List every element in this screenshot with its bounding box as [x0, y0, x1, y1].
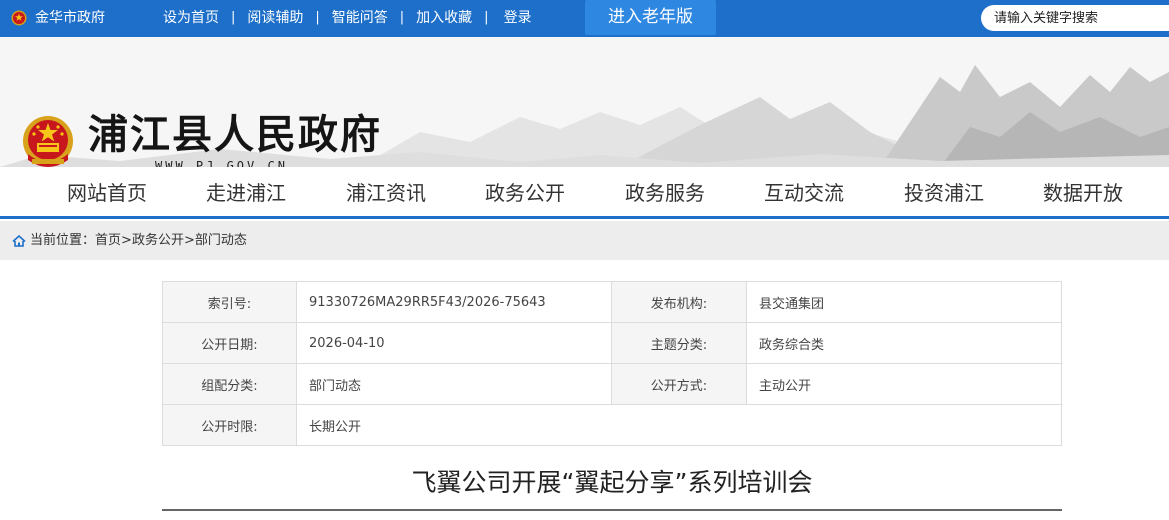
breadcrumb-home[interactable]: 首页 — [95, 233, 121, 248]
nav-item-investment[interactable]: 投资浦江 — [904, 180, 984, 206]
smart-qa-link[interactable]: 智能问答 — [332, 9, 388, 27]
period-value: 长期公开 — [296, 404, 1062, 446]
nav-item-gov-disclosure[interactable]: 政务公开 — [485, 180, 565, 206]
table-row: 公开日期: 2026-04-10 主题分类: 政务综合类 — [162, 322, 1062, 364]
add-favorite-link[interactable]: 加入收藏 — [416, 9, 472, 27]
breadcrumb-trail: 当前位置：首页>政务公开>部门动态 — [30, 232, 247, 249]
site-banner: 浦江县人民政府 WWW.PJ.GOV.CN — [0, 37, 1169, 167]
separator: | — [231, 10, 236, 25]
breadcrumb: 当前位置：首页>政务公开>部门动态 — [0, 221, 1169, 260]
category-value: 部门动态 — [296, 363, 612, 405]
index-no-value: 91330726MA29RR5F43/2026-75643 — [296, 281, 612, 323]
separator: | — [315, 10, 320, 25]
home-icon — [12, 235, 26, 247]
publisher-label: 发布机构: — [611, 281, 747, 323]
breadcrumb-gov-disclosure[interactable]: 政务公开 — [132, 233, 184, 248]
login-link[interactable]: 登录 — [504, 9, 532, 27]
method-label: 公开方式: — [611, 363, 747, 405]
nav-item-about[interactable]: 走进浦江 — [206, 180, 286, 206]
breadcrumb-sep: > — [121, 233, 132, 248]
site-domain: WWW.PJ.GOV.CN — [155, 159, 288, 167]
table-row: 公开时限: 长期公开 — [162, 404, 1062, 446]
top-bar: 金华市政府 设为首页 | 阅读辅助 | 智能问答 | 加入收藏 | 登录 进入老… — [0, 0, 1169, 37]
nav-item-news[interactable]: 浦江资讯 — [346, 180, 426, 206]
emblem-icon — [11, 10, 27, 26]
separator: | — [484, 10, 489, 25]
table-row: 索引号: 91330726MA29RR5F43/2026-75643 发布机构:… — [162, 281, 1062, 323]
document-info-table: 索引号: 91330726MA29RR5F43/2026-75643 发布机构:… — [162, 281, 1062, 446]
index-no-label: 索引号: — [162, 281, 297, 323]
breadcrumb-label: 当前位置： — [30, 233, 96, 248]
nav-item-gov-service[interactable]: 政务服务 — [625, 180, 705, 206]
separator: | — [399, 10, 405, 25]
nav-item-interaction[interactable]: 互动交流 — [764, 180, 844, 206]
search-input[interactable] — [981, 5, 1169, 31]
nav-item-open-data[interactable]: 数据开放 — [1043, 180, 1123, 206]
method-value: 主动公开 — [746, 363, 1062, 405]
site-title: 浦江县人民政府 — [88, 111, 382, 158]
table-row: 组配分类: 部门动态 公开方式: 主动公开 — [162, 363, 1062, 405]
pub-date-label: 公开日期: — [162, 322, 297, 364]
pub-date-value: 2026-04-10 — [296, 322, 612, 364]
article-title: 飞翼公司开展“翼起分享”系列培训会 — [411, 468, 813, 497]
city-site-link[interactable]: 金华市政府 — [35, 9, 105, 27]
top-links: 设为首页 | 阅读辅助 | 智能问答 | 加入收藏 | 登录 — [163, 9, 532, 27]
publisher-value: 县交通集团 — [746, 281, 1062, 323]
topic-value: 政务综合类 — [746, 322, 1062, 364]
title-divider — [162, 509, 1062, 511]
main-nav: 网站首页 走进浦江 浦江资讯 政务公开 政务服务 互动交流 投资浦江 数据开放 — [0, 167, 1169, 219]
national-emblem-icon — [23, 116, 73, 167]
breadcrumb-dept-news[interactable]: 部门动态 — [195, 233, 247, 248]
category-label: 组配分类: — [162, 363, 297, 405]
breadcrumb-sep: > — [183, 233, 195, 248]
reading-assist-link[interactable]: 阅读辅助 — [247, 9, 303, 27]
elder-mode-button[interactable]: 进入老年版 — [585, 0, 716, 35]
nav-item-home[interactable]: 网站首页 — [67, 180, 147, 206]
topic-label: 主题分类: — [611, 322, 747, 364]
set-homepage-link[interactable]: 设为首页 — [163, 9, 219, 27]
period-label: 公开时限: — [162, 404, 297, 446]
